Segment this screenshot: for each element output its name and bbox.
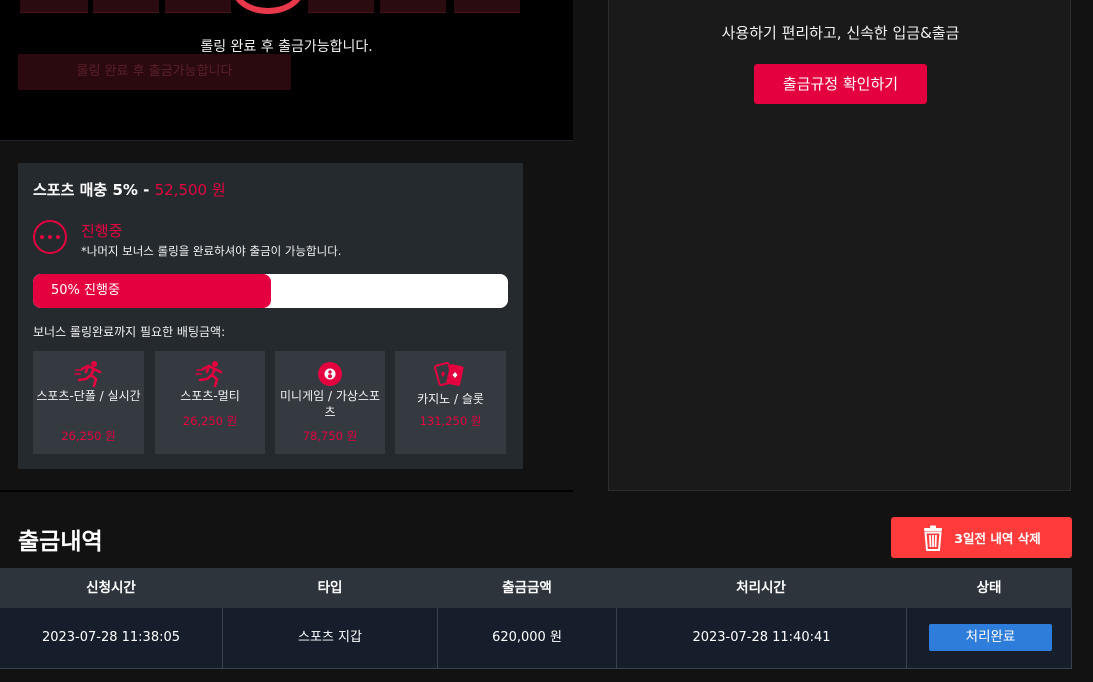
- cell-request-time: 2023-07-28 11:38:05: [0, 608, 223, 668]
- table-row: 2023-07-28 11:38:05 스포츠 지갑 620,000 원 202…: [0, 608, 1072, 669]
- section-divider: [0, 490, 573, 492]
- panel-title: 사용하기 편리하고, 신속한 입금&출금: [721, 24, 960, 42]
- delete-button-label: 3일전 내역 삭제: [954, 531, 1041, 546]
- trash-icon: [924, 525, 943, 551]
- top-tab[interactable]: [380, 0, 446, 13]
- in-progress-icon: [33, 220, 67, 254]
- bonus-card: 스포츠 매충 5% - 52,500 원 진행중 *나머지 보너스 롤링을 완료…: [18, 163, 523, 469]
- status-badge[interactable]: 처리완료: [929, 624, 1052, 651]
- rolling-note: 롤링 완료 후 출금가능합니다.: [200, 39, 373, 55]
- game-amount: 26,250 원: [61, 429, 116, 443]
- cell-amount: 620,000 원: [438, 608, 617, 668]
- cell-type: 스포츠 지갑: [223, 608, 438, 668]
- playing-cards-icon: [433, 361, 464, 387]
- top-tab[interactable]: [308, 0, 374, 13]
- rolling-notice-section: 롤링 완료 후 출금가능합니다. 롤링 완료 후 출금가능합니다: [0, 0, 573, 141]
- game-amount: 131,250 원: [419, 414, 482, 428]
- history-title: 출금내역: [18, 529, 103, 555]
- bonus-title-prefix: 스포츠 매충 5% -: [33, 181, 150, 199]
- bonus-note: *나머지 보너스 롤링을 완료하셔야 출금이 가능합니다.: [81, 244, 342, 258]
- requirement-label: 보너스 롤링완료까지 필요한 배팅금액:: [33, 325, 226, 339]
- column-header-processed-time: 처리시간: [736, 580, 786, 596]
- column-header-amount: 출금금액: [502, 580, 552, 596]
- top-tab[interactable]: [165, 0, 231, 13]
- withdraw-disabled-button[interactable]: 롤링 완료 후 출금가능합니다: [18, 54, 291, 90]
- game-name: 카지노 / 슬롯: [417, 392, 484, 406]
- game-requirement-sports-single: 스포츠-단폴 / 실시간 26,250 원: [33, 351, 144, 454]
- column-header-status: 상태: [976, 580, 1002, 596]
- progress-label: 50% 진행중: [51, 283, 120, 298]
- top-tab[interactable]: [20, 0, 88, 13]
- delete-old-history-button[interactable]: 3일전 내역 삭제: [891, 517, 1072, 558]
- progress-ring-icon: [232, 0, 304, 14]
- progress-bar: 50% 진행중: [33, 274, 508, 308]
- billiard-ball-icon: [318, 362, 342, 386]
- running-icon: [195, 361, 223, 388]
- game-amount: 26,250 원: [182, 414, 238, 428]
- cell-status: 처리완료: [907, 608, 1071, 668]
- bonus-amount: 52,500 원: [154, 181, 226, 199]
- game-requirement-casino: 카지노 / 슬롯 131,250 원: [395, 351, 506, 454]
- cell-processed-time: 2023-07-28 11:40:41: [617, 608, 907, 668]
- column-header-type: 타입: [317, 580, 343, 596]
- game-name: 스포츠-멀티: [180, 389, 240, 403]
- game-name: 미니게임 / 가상스포츠: [280, 389, 380, 419]
- bonus-title: 스포츠 매충 5% - 52,500 원: [33, 179, 226, 200]
- running-icon: [73, 361, 101, 388]
- column-header-request-time: 신청시간: [86, 580, 136, 596]
- deposit-withdraw-panel: 사용하기 편리하고, 신속한 입금&출금 출금규정 확인하기: [608, 0, 1071, 491]
- table-header: 신청시간 타입 출금금액 처리시간 상태: [0, 568, 1072, 608]
- bonus-status: 진행중: [81, 222, 123, 240]
- game-amount: 78,750 원: [302, 429, 358, 443]
- top-tab[interactable]: [93, 0, 159, 13]
- withdraw-rules-button[interactable]: 출금규정 확인하기: [754, 64, 927, 104]
- game-requirement-sports-multi: 스포츠-멀티 26,250 원: [155, 351, 265, 454]
- top-tab[interactable]: [454, 0, 520, 13]
- game-name: 스포츠-단폴 / 실시간: [36, 389, 141, 403]
- game-requirement-minigame: 미니게임 / 가상스포츠 78,750 원: [275, 351, 385, 454]
